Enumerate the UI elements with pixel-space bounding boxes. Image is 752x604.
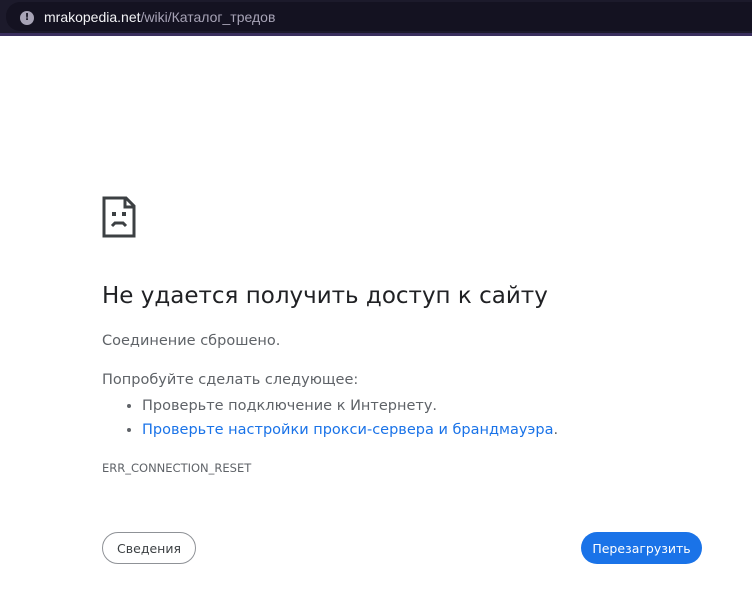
- suggestion-check-proxy: Проверьте настройки прокси-сервера и бра…: [142, 418, 558, 442]
- error-title: Не удается получить доступ к сайту: [102, 283, 548, 309]
- browser-url-bar: ! mrakopedia.net/wiki/Каталог_тредов: [0, 0, 752, 33]
- suggestion-text: Проверьте подключение к Интернету.: [142, 398, 438, 414]
- suggestions-list: Проверьте подключение к Интернету. Прове…: [102, 394, 558, 442]
- address-text[interactable]: mrakopedia.net/wiki/Каталог_тредов: [44, 9, 275, 25]
- error-reason: Соединение сброшено.: [102, 333, 281, 349]
- error-code: ERR_CONNECTION_RESET: [102, 461, 252, 475]
- reload-button[interactable]: Перезагрузить: [581, 532, 702, 564]
- site-info-icon[interactable]: !: [20, 11, 34, 25]
- url-bar-accent-line: [0, 33, 752, 36]
- details-button[interactable]: Сведения: [102, 532, 196, 564]
- url-path: /wiki/Каталог_тредов: [140, 9, 276, 25]
- suggestion-period: .: [553, 422, 559, 438]
- sad-document-icon: [102, 196, 136, 238]
- suggestion-check-connection: Проверьте подключение к Интернету.: [142, 394, 558, 418]
- proxy-settings-link[interactable]: Проверьте настройки прокси-сервера и бра…: [142, 422, 553, 438]
- suggestions-heading: Попробуйте сделать следующее:: [102, 372, 359, 388]
- address-field[interactable]: ! mrakopedia.net/wiki/Каталог_тредов: [6, 2, 752, 31]
- url-domain: mrakopedia.net: [44, 9, 141, 25]
